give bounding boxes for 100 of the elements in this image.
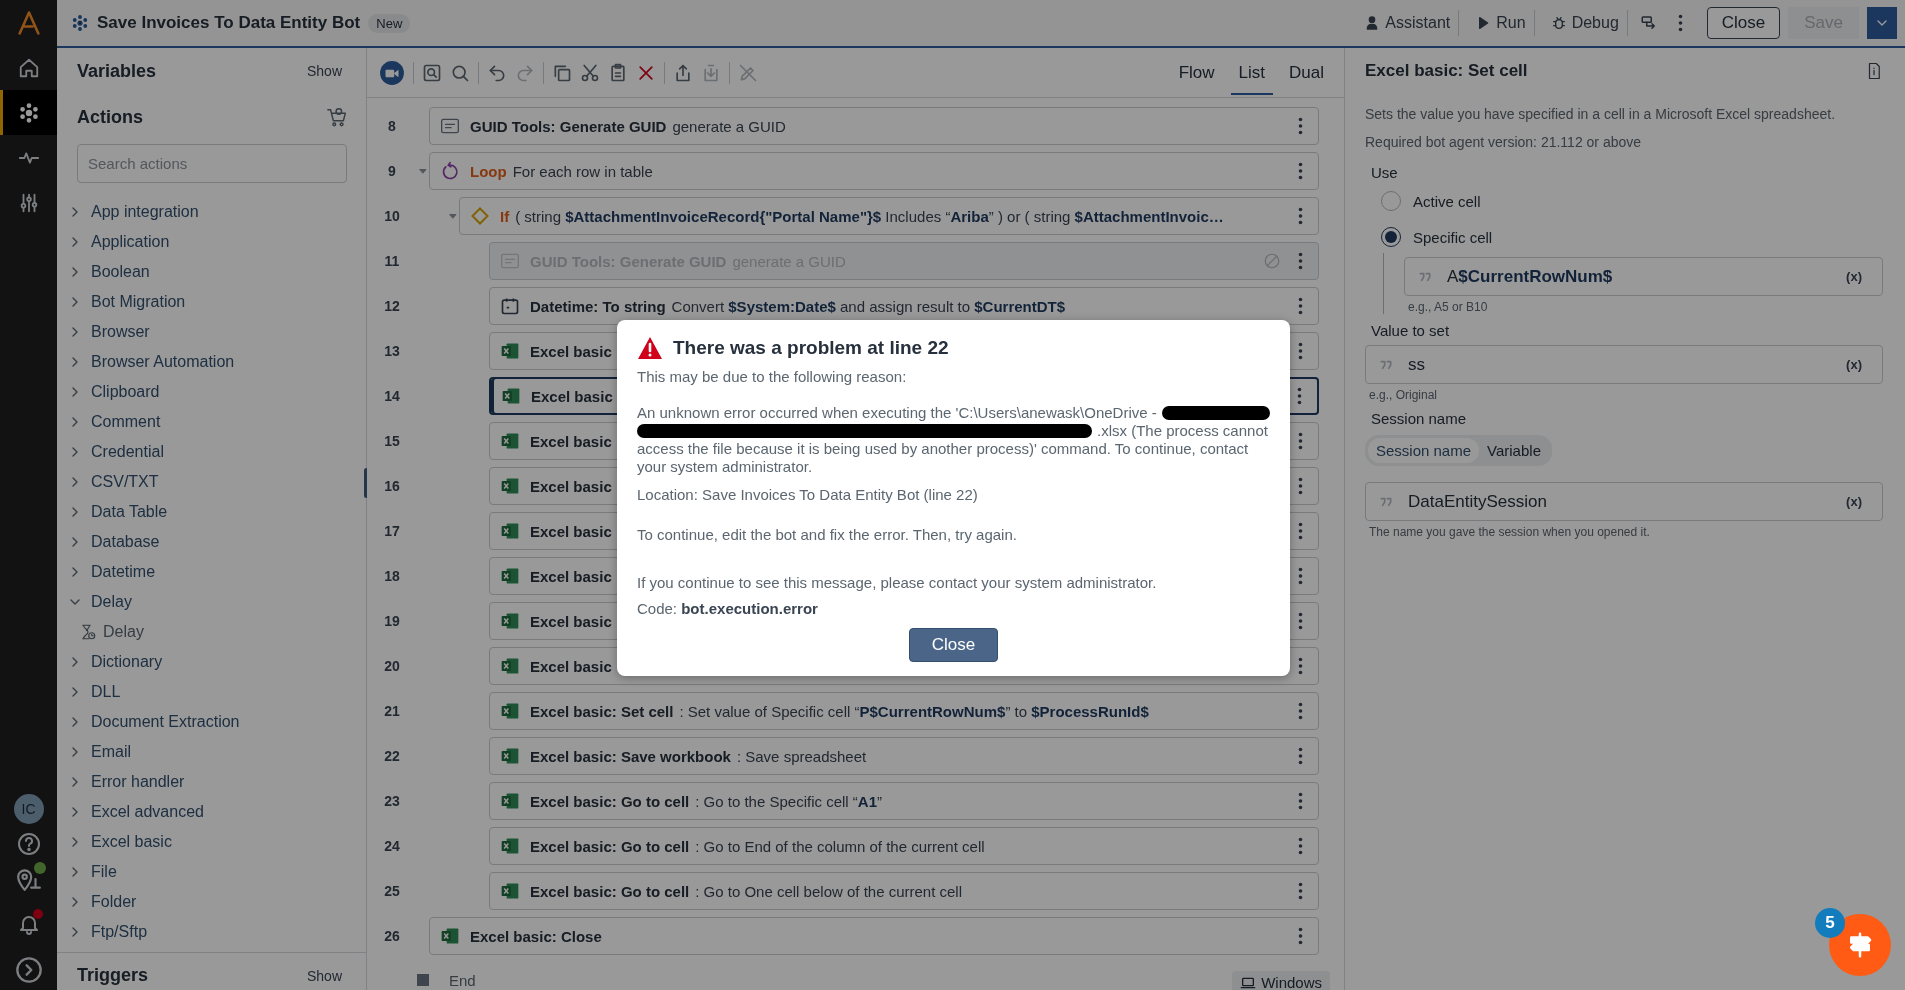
category-item[interactable]: Application [57, 227, 366, 257]
step-title: Excel basic: Go to cell [530, 792, 690, 810]
action-step[interactable]: GUID Tools: Generate GUID generate a GUID [429, 107, 1319, 145]
action-step[interactable]: Excel basic: Close [429, 917, 1319, 955]
close-button[interactable]: Close [1706, 7, 1781, 39]
step-title: Excel basic [530, 432, 612, 450]
view-tab[interactable]: Flow [1170, 50, 1223, 95]
radio-label: Specific cell [1413, 228, 1493, 246]
category-item[interactable]: Document Extraction [57, 707, 366, 737]
category-item[interactable]: Browser Automation [57, 347, 366, 377]
field-label: Use [1371, 164, 1399, 181]
category-item[interactable]: Ftp/Sftp [57, 917, 366, 947]
field-label: Value to set [1371, 322, 1451, 339]
action-step[interactable]: If ( string $AttachmentInvoiceRecord{"Portal Name"}$ Includes “Ariba” ) or ( string $AttachmentInvoic… [459, 197, 1319, 235]
category-item[interactable]: App integration [57, 197, 366, 227]
category-item[interactable]: DLL [57, 677, 366, 707]
step-description: For each row in table [512, 162, 653, 180]
show-link[interactable]: Show [300, 62, 348, 80]
step-title: GUID Tools: Generate GUID [470, 117, 667, 135]
variable-button[interactable]: (x) [1840, 268, 1868, 285]
line-number: 25 [383, 883, 401, 899]
error-message: .xlsx (The process cannot [1097, 422, 1268, 440]
category-item[interactable]: Comment [57, 407, 366, 437]
action-step[interactable]: Excel basic: Set cell : Set value of Specific cell “P$CurrentRowNum$” to $ProcessRunId$ [489, 692, 1319, 730]
line-number: 15 [383, 433, 401, 449]
category-item[interactable]: Dictionary [57, 647, 366, 677]
search-field[interactable]: Search actions [77, 144, 347, 183]
action-step[interactable]: Loop For each row in table [429, 152, 1319, 190]
step-description: : Set value of Specific cell “P$CurrentRowNum$” to $ProcessRunId$ [679, 702, 1149, 720]
action-step[interactable]: Excel basic: Go to cell : Go to End of the column of the current cell [489, 827, 1319, 865]
view-tab[interactable]: Dual [1281, 50, 1332, 95]
platform-badge[interactable]: Windows [1232, 971, 1330, 990]
category-item[interactable]: Error handler [57, 767, 366, 797]
category-item[interactable]: Clipboard [57, 377, 366, 407]
mode-toggle[interactable]: Session name [1368, 438, 1480, 463]
step-title: Excel basic: Set cell [530, 702, 674, 720]
category-item[interactable]: Browser [57, 317, 366, 347]
bot-title: Save Invoices To Data Entity Bot [97, 13, 361, 33]
category-item[interactable]: File [57, 857, 366, 887]
action-step[interactable]: Datetime: To string Convert $System:Date$ and assign result to $CurrentDT$ [489, 287, 1319, 325]
requirement-text: Required bot agent version: 21.112 or above [1365, 133, 1643, 152]
dialog-text: If you continue to see this message, please contact your system administrator. [637, 574, 1158, 592]
line-number: 26 [383, 928, 401, 944]
error-message: An unknown error occurred when executing the 'C:\Users\anewask\OneDrive - [637, 404, 1157, 422]
error-code: Code: bot.execution.error [637, 600, 819, 618]
cell-field[interactable]: A$CurrentRowNum$ (x) [1404, 257, 1883, 296]
line-number: 24 [383, 838, 401, 854]
step-title: If [500, 207, 510, 225]
action-step[interactable]: Excel basic: Save workbook : Save spreadsheet [489, 737, 1319, 775]
step-title: Excel basic [530, 477, 612, 495]
category-item[interactable]: Bot Migration [57, 287, 366, 317]
category-item[interactable]: Data Table [57, 497, 366, 527]
category-item[interactable]: Email [57, 737, 366, 767]
step-title: Loop [470, 162, 507, 180]
value-field[interactable]: ss (x) [1365, 345, 1883, 384]
step-title: Excel basic: Close [470, 927, 602, 945]
end-label: End [449, 971, 476, 989]
session-field[interactable]: DataEntitySession (x) [1365, 482, 1883, 521]
variable-button[interactable]: (x) [1840, 356, 1868, 373]
show-link[interactable]: Show [300, 966, 348, 985]
mode-toggle[interactable]: Variable [1479, 438, 1549, 463]
step-description: : Save spreadsheet [736, 747, 867, 765]
toolbar-button[interactable]: Run [1467, 10, 1535, 36]
category-item[interactable]: Credential [57, 437, 366, 467]
category-item[interactable]: Excel basic [57, 827, 366, 857]
variable-button[interactable]: (x) [1840, 493, 1868, 510]
line-number: 11 [383, 253, 401, 269]
line-number: 22 [383, 748, 401, 764]
toolbar-button[interactable]: Assistant [1356, 10, 1460, 36]
action-step[interactable]: Excel basic: Go to cell : Go to One cell below of the current cell [489, 872, 1319, 910]
category-item[interactable]: Folder [57, 887, 366, 917]
category-item[interactable]: Boolean [57, 257, 366, 287]
category-item[interactable]: CSV/TXT [57, 467, 366, 497]
field-hint: e.g., Original [1369, 388, 1439, 402]
description-text: Sets the value you have specified in a cell in a Microsoft Excel spreadsheet. [1365, 105, 1837, 124]
step-description: Convert $System:Date$ and assign result to $CurrentDT$ [671, 297, 1066, 315]
field-label: Session name [1371, 410, 1468, 427]
action-step[interactable]: Excel basic: Go to cell : Go to the Specific cell “A1” [489, 782, 1319, 820]
action-item[interactable]: Delay [57, 617, 366, 647]
category-item[interactable]: Delay [57, 587, 366, 617]
step-description: : Go to One cell below of the current cell [695, 882, 963, 900]
panel-title: Excel basic: Set cell [1365, 61, 1528, 81]
line-number: 17 [383, 523, 401, 539]
dialog-text: To continue, edit the bot and fix the error. Then, try again. [637, 526, 1018, 544]
toolbar-button[interactable]: Debug [1542, 10, 1628, 36]
line-number: 8 [387, 118, 397, 134]
field-hint: The name you gave the session when you opened it. [1369, 525, 1651, 539]
category-item[interactable]: Datetime [57, 557, 366, 587]
close-button[interactable]: Close [908, 628, 999, 662]
category-item[interactable]: Database [57, 527, 366, 557]
step-description: ( string $AttachmentInvoiceRecord{"Portal Name"}$ Includes “Ariba” ) or ( string $AttachmentInvoic… [515, 207, 1224, 225]
category-item[interactable]: Excel advanced [57, 797, 366, 827]
status-badge: New [368, 13, 411, 33]
dialog-text: This may be due to the following reason: [637, 368, 908, 386]
view-tab[interactable]: List [1230, 50, 1274, 95]
line-number: 18 [383, 568, 401, 584]
line-number: 13 [383, 343, 401, 359]
user-avatar[interactable]: IC [13, 794, 44, 824]
step-title: Excel basic: Go to cell [530, 882, 690, 900]
line-number: 23 [383, 793, 401, 809]
